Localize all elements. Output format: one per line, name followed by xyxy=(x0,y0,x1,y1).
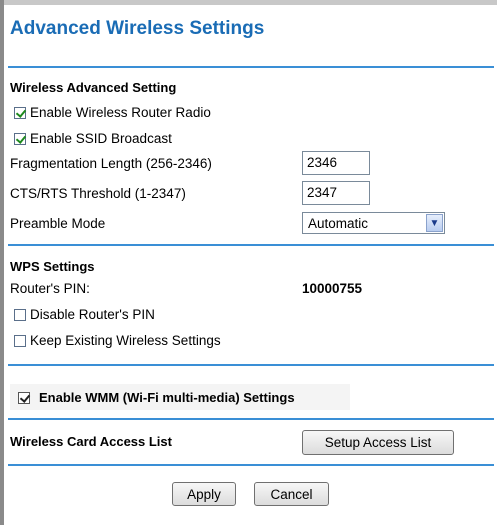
router-pin-label: Router's PIN: xyxy=(10,281,90,296)
cancel-button[interactable]: Cancel xyxy=(254,482,329,506)
wps-heading: WPS Settings xyxy=(10,259,95,274)
left-border xyxy=(0,0,4,525)
enable-radio-label: Enable Wireless Router Radio xyxy=(30,105,211,120)
enable-radio-row[interactable]: Enable Wireless Router Radio xyxy=(14,105,211,120)
fragmentation-label: Fragmentation Length (256-2346) xyxy=(10,156,212,171)
disable-pin-checkbox[interactable] xyxy=(14,308,26,321)
divider xyxy=(8,364,494,366)
router-pin-value: 10000755 xyxy=(302,281,363,296)
divider xyxy=(8,66,494,68)
keep-existing-row[interactable]: Keep Existing Wireless Settings xyxy=(14,333,221,348)
top-border xyxy=(0,0,497,5)
enable-ssid-row[interactable]: Enable SSID Broadcast xyxy=(14,131,172,146)
enable-radio-checkbox[interactable] xyxy=(14,106,26,119)
disable-pin-label: Disable Router's PIN xyxy=(30,307,155,322)
page-title: Advanced Wireless Settings xyxy=(10,18,265,39)
disable-pin-row[interactable]: Disable Router's PIN xyxy=(14,307,155,322)
settings-page: Advanced Wireless Settings Wireless Adva… xyxy=(0,0,497,525)
fragmentation-input[interactable]: 2346 xyxy=(302,151,370,175)
divider xyxy=(8,418,494,420)
wmm-row[interactable]: Enable WMM (Wi-Fi multi-media) Settings xyxy=(18,390,295,405)
setup-access-list-button[interactable]: Setup Access List xyxy=(302,430,454,455)
cts-rts-input[interactable]: 2347 xyxy=(302,181,370,205)
wireless-advanced-heading: Wireless Advanced Setting xyxy=(10,80,177,95)
enable-ssid-label: Enable SSID Broadcast xyxy=(30,131,172,146)
enable-ssid-checkbox[interactable] xyxy=(14,132,26,145)
divider xyxy=(8,244,494,246)
chevron-down-icon[interactable]: ▼ xyxy=(426,214,443,232)
preamble-label: Preamble Mode xyxy=(10,216,106,231)
keep-existing-checkbox[interactable] xyxy=(14,334,26,347)
divider xyxy=(8,464,494,466)
cts-rts-label: CTS/RTS Threshold (1-2347) xyxy=(10,186,186,201)
preamble-select[interactable]: Automatic ▼ xyxy=(302,212,445,234)
wmm-label: Enable WMM (Wi-Fi multi-media) Settings xyxy=(39,390,295,405)
access-list-label: Wireless Card Access List xyxy=(10,434,172,449)
apply-button[interactable]: Apply xyxy=(172,482,236,506)
preamble-value: Automatic xyxy=(308,216,369,231)
wmm-checkbox[interactable] xyxy=(18,391,30,404)
keep-existing-label: Keep Existing Wireless Settings xyxy=(30,333,221,348)
